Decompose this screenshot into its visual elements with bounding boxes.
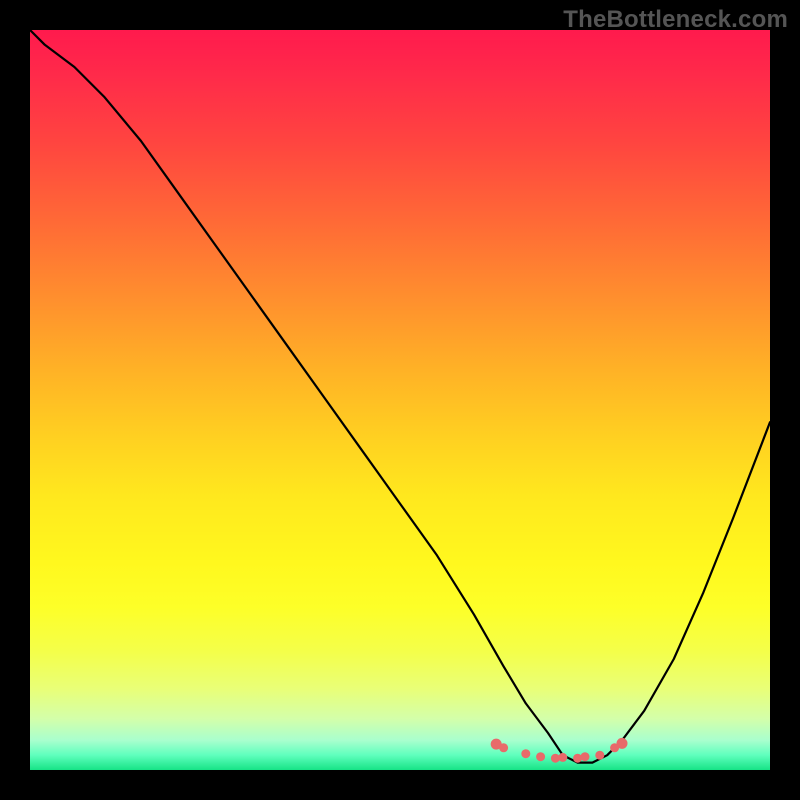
curve-marker <box>595 751 604 760</box>
curve-marker <box>573 754 582 763</box>
curve-marker <box>581 752 590 761</box>
bottleneck-curve <box>30 30 770 763</box>
curve-marker <box>558 753 567 762</box>
curve-marker <box>499 743 508 752</box>
chart-svg <box>30 30 770 770</box>
plot-area <box>30 30 770 770</box>
chart-frame: TheBottleneck.com <box>0 0 800 800</box>
curve-marker <box>521 749 530 758</box>
curve-marker <box>617 738 628 749</box>
curve-marker <box>536 752 545 761</box>
